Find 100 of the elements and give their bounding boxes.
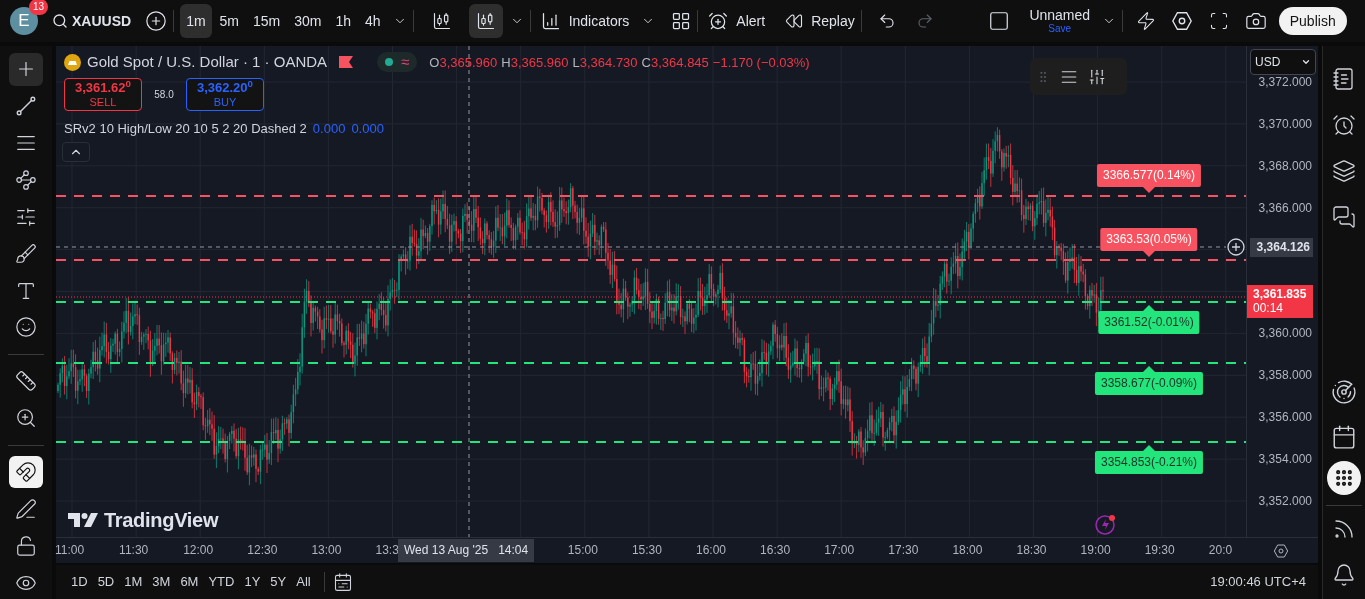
settings-icon[interactable] <box>1170 10 1193 32</box>
undo-icon[interactable] <box>877 12 896 30</box>
replay-icon[interactable] <box>785 12 804 30</box>
timeframe-button[interactable]: 5m <box>213 4 246 38</box>
ohlc-value: 3,365.960 <box>439 53 498 72</box>
price-tick-label: 3,358.000 <box>1258 367 1312 384</box>
zoom-in-icon <box>15 407 37 430</box>
range-button[interactable]: All <box>291 572 316 592</box>
range-button[interactable]: 5D <box>92 572 120 592</box>
layout-grid-icon[interactable] <box>671 11 692 31</box>
indicators-button[interactable]: Indicators <box>568 10 630 32</box>
time-tick-label: 19:30 <box>1144 542 1175 558</box>
ohlc-label: C <box>641 53 651 72</box>
range-button[interactable]: 6M <box>175 572 204 592</box>
fullscreen-icon[interactable] <box>1208 11 1229 31</box>
crosshair-price-label: 3,364.126 <box>1250 238 1313 257</box>
notification-badge: 13 <box>28 0 48 15</box>
calendar-icon[interactable] <box>332 572 353 592</box>
time-tick-label: 18:00 <box>952 542 983 558</box>
indicator-value: 0.000 <box>312 120 346 138</box>
alarm-clock-icon[interactable] <box>708 11 729 31</box>
price-tick-label: 3,354.000 <box>1258 451 1312 468</box>
quick-search-icon[interactable] <box>1135 11 1156 31</box>
watermark-logo-text: TradingView <box>104 508 219 533</box>
price-tick-label: 3,356.000 <box>1258 409 1312 426</box>
magnet-button[interactable] <box>9 455 43 489</box>
time-tick-label: 17:30 <box>888 542 919 558</box>
price-tick-label: 3,368.000 <box>1258 157 1312 174</box>
tradingview-logo-icon <box>68 511 98 529</box>
range-button[interactable]: 1Y <box>239 572 266 592</box>
time-tick-label: 20:0 <box>1208 542 1233 558</box>
watchlist-icon[interactable] <box>1332 67 1356 91</box>
buy-button[interactable]: 3,362.20$^{0}$ BUY <box>186 78 264 111</box>
calendar-icon[interactable] <box>1331 423 1357 450</box>
layout-name[interactable]: Unnamed <box>1029 8 1091 22</box>
layers-icon[interactable] <box>1332 159 1356 183</box>
ohlc-value: 3,365.960 <box>510 53 569 72</box>
radar-icon[interactable] <box>1331 378 1357 405</box>
time-tick-label: 16:00 <box>696 542 727 558</box>
time-tick-label: 13:00 <box>311 542 342 558</box>
ohlc-value: 3,364.845 <box>651 53 709 72</box>
time-tick-label: 11:00 <box>55 542 85 558</box>
range-button[interactable]: 5Y <box>265 572 292 592</box>
chevron-down-icon <box>1301 57 1311 67</box>
chart-type-button[interactable] <box>468 4 503 38</box>
price-tick-label: 3,360.000 <box>1258 325 1312 342</box>
drawing-tool-button[interactable] <box>9 53 43 86</box>
symbol-search[interactable]: XAUUSD <box>72 10 132 32</box>
settings-icon[interactable] <box>1273 543 1289 559</box>
save-link[interactable]: Save <box>1048 24 1072 34</box>
timeframe-button[interactable]: 4h <box>359 4 387 38</box>
time-tick-label: 15:30 <box>631 542 662 558</box>
add-plus-icon[interactable] <box>1227 238 1245 256</box>
alarm-clock-icon[interactable] <box>1332 113 1356 137</box>
range-button[interactable]: YTD <box>203 572 240 592</box>
timeframe-button[interactable]: 1m <box>180 4 212 38</box>
ruler-icon <box>15 370 37 393</box>
sell-button[interactable]: 3,361.62$^{0}$ SELL <box>64 78 142 111</box>
lightning-icon[interactable] <box>1095 513 1117 535</box>
pencil-icon[interactable] <box>15 497 37 520</box>
candlestick-icon <box>431 11 452 31</box>
label-pointer-icon <box>1142 186 1156 194</box>
timeframe-button[interactable]: 1h <box>329 4 358 38</box>
replay-button[interactable]: Replay <box>811 10 855 32</box>
last-price-label: 3,361.835 00:14 <box>1247 285 1313 318</box>
currency-dropdown[interactable]: USD <box>1250 49 1316 75</box>
indicator-value: 0.000 <box>351 120 384 138</box>
time-tick-label: 17:00 <box>824 542 855 558</box>
range-button[interactable]: 3M <box>147 572 176 592</box>
clock-timezone[interactable]: 19:00:46 UTC+4 <box>1210 572 1306 592</box>
apps-button[interactable] <box>1327 461 1361 495</box>
layout-square-icon[interactable] <box>987 10 1010 32</box>
chat-icon[interactable] <box>1332 205 1356 229</box>
camera-icon[interactable] <box>1244 10 1267 32</box>
bell-icon[interactable] <box>1332 563 1356 587</box>
sliders-icon <box>15 205 37 228</box>
market-status-pill[interactable]: ≈ <box>377 52 418 73</box>
range-button[interactable]: 1M <box>119 572 148 592</box>
alert-button[interactable]: Alert <box>736 10 766 32</box>
timeframe-button[interactable]: 30m <box>288 4 328 38</box>
unlock-icon[interactable] <box>15 534 37 557</box>
symbol-title[interactable]: Gold Spot / U.S. Dollar · 1 · OANDA <box>87 51 328 74</box>
price-tick-label: 3,366.000 <box>1258 199 1312 216</box>
label-pointer-icon <box>1142 365 1156 373</box>
range-button[interactable]: 1D <box>66 572 93 592</box>
flag-icon[interactable] <box>339 56 354 69</box>
redo-icon[interactable] <box>915 12 934 30</box>
price-change: −1.170 (−0.03%) <box>712 53 810 72</box>
search-icon[interactable] <box>52 13 68 29</box>
candlestick-icon <box>475 11 496 31</box>
ohlc-value: 3,364.730 <box>579 53 638 72</box>
indicators-icon[interactable] <box>540 11 561 31</box>
timeframe-button[interactable]: 15m <box>247 4 287 38</box>
collapse-legend-button[interactable] <box>62 142 90 162</box>
label-pointer-icon <box>1142 444 1156 452</box>
add-symbol-icon[interactable] <box>145 10 168 32</box>
label-pointer-icon <box>1142 304 1156 312</box>
magnet-icon <box>15 460 37 483</box>
indicator-legend[interactable]: SRv2 10 High/Low 20 10 5 2 20 Dashed 2 <box>64 119 307 139</box>
publish-button[interactable]: Publish <box>1278 7 1347 35</box>
